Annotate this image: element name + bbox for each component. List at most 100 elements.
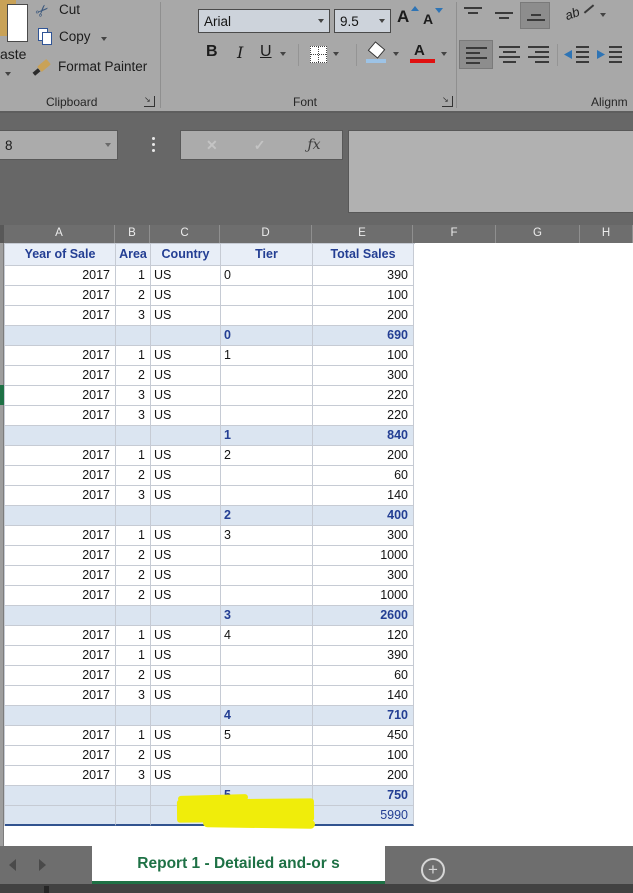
prev-sheet-icon[interactable] [9,859,16,871]
copy-dropdown-icon[interactable] [101,37,107,41]
cell-country[interactable]: US [151,306,221,326]
cell-tier[interactable] [221,666,313,686]
cell-total[interactable]: 140 [313,486,414,506]
cell-area[interactable]: 1 [116,346,151,366]
cell-area[interactable]: 2 [116,746,151,766]
cell-year[interactable]: 2017 [5,446,116,466]
font-dialog-launcher-icon[interactable] [442,96,453,107]
cell-country[interactable]: US [151,546,221,566]
cell-area[interactable]: 2 [116,286,151,306]
cell-year[interactable]: 2017 [5,386,116,406]
cell-year[interactable]: 2017 [5,306,116,326]
cell-year[interactable]: 2017 [5,486,116,506]
cell-area[interactable] [116,506,151,526]
cell-total[interactable]: 100 [313,746,414,766]
orientation-button[interactable]: ab [563,4,582,23]
cell-tier[interactable] [221,646,313,666]
cell-year[interactable] [5,786,116,806]
cell-area[interactable]: 1 [116,446,151,466]
cell-year[interactable] [5,806,116,826]
cell-total[interactable]: 5990 [313,806,414,826]
cell-area[interactable]: 3 [116,386,151,406]
formula-bar-resize-handle[interactable] [152,137,155,152]
cell-country[interactable]: US [151,666,221,686]
cell-total[interactable]: 220 [313,406,414,426]
cell-total[interactable]: 2600 [313,606,414,626]
cell-tier[interactable] [221,746,313,766]
cell-area[interactable]: 2 [116,546,151,566]
cell-tier[interactable]: 3 [221,606,313,626]
cell-total[interactable]: 390 [313,646,414,666]
cell-country[interactable]: US [151,726,221,746]
cell-country[interactable]: US [151,486,221,506]
cell-country[interactable]: US [151,746,221,766]
new-sheet-button[interactable]: + [421,858,445,882]
header-cell[interactable]: Total Sales [313,244,414,266]
column-header-h[interactable]: H [580,225,633,243]
cell-tier[interactable]: 0 [221,326,313,346]
cell-total[interactable]: 100 [313,286,414,306]
cell-tier[interactable] [221,366,313,386]
top-align-button[interactable] [463,6,483,29]
cell-tier[interactable]: 1 [221,346,313,366]
cut-button[interactable]: Cut [59,2,80,17]
cell-total[interactable]: 690 [313,326,414,346]
cell-total[interactable]: 60 [313,666,414,686]
cell-total[interactable]: 100 [313,346,414,366]
cell-country[interactable] [151,506,221,526]
cell-area[interactable]: 1 [116,726,151,746]
cell-tier[interactable]: 1 [221,426,313,446]
column-header-b[interactable]: B [115,225,150,243]
cell-total[interactable]: 750 [313,786,414,806]
cell-country[interactable]: US [151,766,221,786]
cell-area[interactable] [116,806,151,826]
cell-tier[interactable]: 2 [221,446,313,466]
cell-total[interactable]: 120 [313,626,414,646]
cell-year[interactable] [5,606,116,626]
cell-tier[interactable] [221,546,313,566]
cell-year[interactable]: 2017 [5,666,116,686]
cell-total[interactable]: 1000 [313,546,414,566]
cell-year[interactable]: 2017 [5,266,116,286]
active-sheet-tab[interactable]: Report 1 - Detailed and-or s [92,846,385,884]
borders-dropdown-icon[interactable] [333,52,339,56]
name-box-dropdown-icon[interactable] [105,143,111,147]
shrink-font-button[interactable]: A [423,11,433,27]
cell-country[interactable] [151,606,221,626]
cell-year[interactable]: 2017 [5,686,116,706]
cell-total[interactable]: 60 [313,466,414,486]
cell-total[interactable]: 200 [313,766,414,786]
header-cell[interactable]: Area [116,244,151,266]
cell-area[interactable]: 3 [116,406,151,426]
cell-area[interactable]: 2 [116,666,151,686]
fill-color-icon[interactable] [368,41,386,59]
font-name-dropdown-icon[interactable] [318,19,324,23]
insert-function-icon[interactable]: ƒx [307,137,320,153]
formula-input[interactable] [348,130,633,213]
cell-area[interactable]: 2 [116,586,151,606]
cell-area[interactable] [116,706,151,726]
middle-align-button[interactable] [494,6,514,29]
cell-area[interactable] [116,326,151,346]
cell-year[interactable]: 2017 [5,526,116,546]
enter-icon[interactable]: ✓ [254,137,266,154]
cell-total[interactable]: 200 [313,306,414,326]
cell-country[interactable]: US [151,366,221,386]
cell-country[interactable]: US [151,566,221,586]
cell-area[interactable]: 1 [116,266,151,286]
bottom-align-button[interactable] [520,2,550,29]
cell-area[interactable]: 3 [116,686,151,706]
column-header-c[interactable]: C [150,225,220,243]
font-size-select[interactable]: 9.5 [334,9,391,33]
cell-year[interactable] [5,706,116,726]
cell-tier[interactable] [221,286,313,306]
cell-country[interactable] [151,326,221,346]
name-box[interactable]: 8 [0,130,118,160]
cell-total[interactable]: 390 [313,266,414,286]
cell-total[interactable]: 300 [313,526,414,546]
next-sheet-icon[interactable] [39,859,46,871]
cell-year[interactable] [5,426,116,446]
fill-color-dropdown-icon[interactable] [393,52,399,56]
cell-country[interactable]: US [151,406,221,426]
decrease-indent-button[interactable] [564,45,590,69]
